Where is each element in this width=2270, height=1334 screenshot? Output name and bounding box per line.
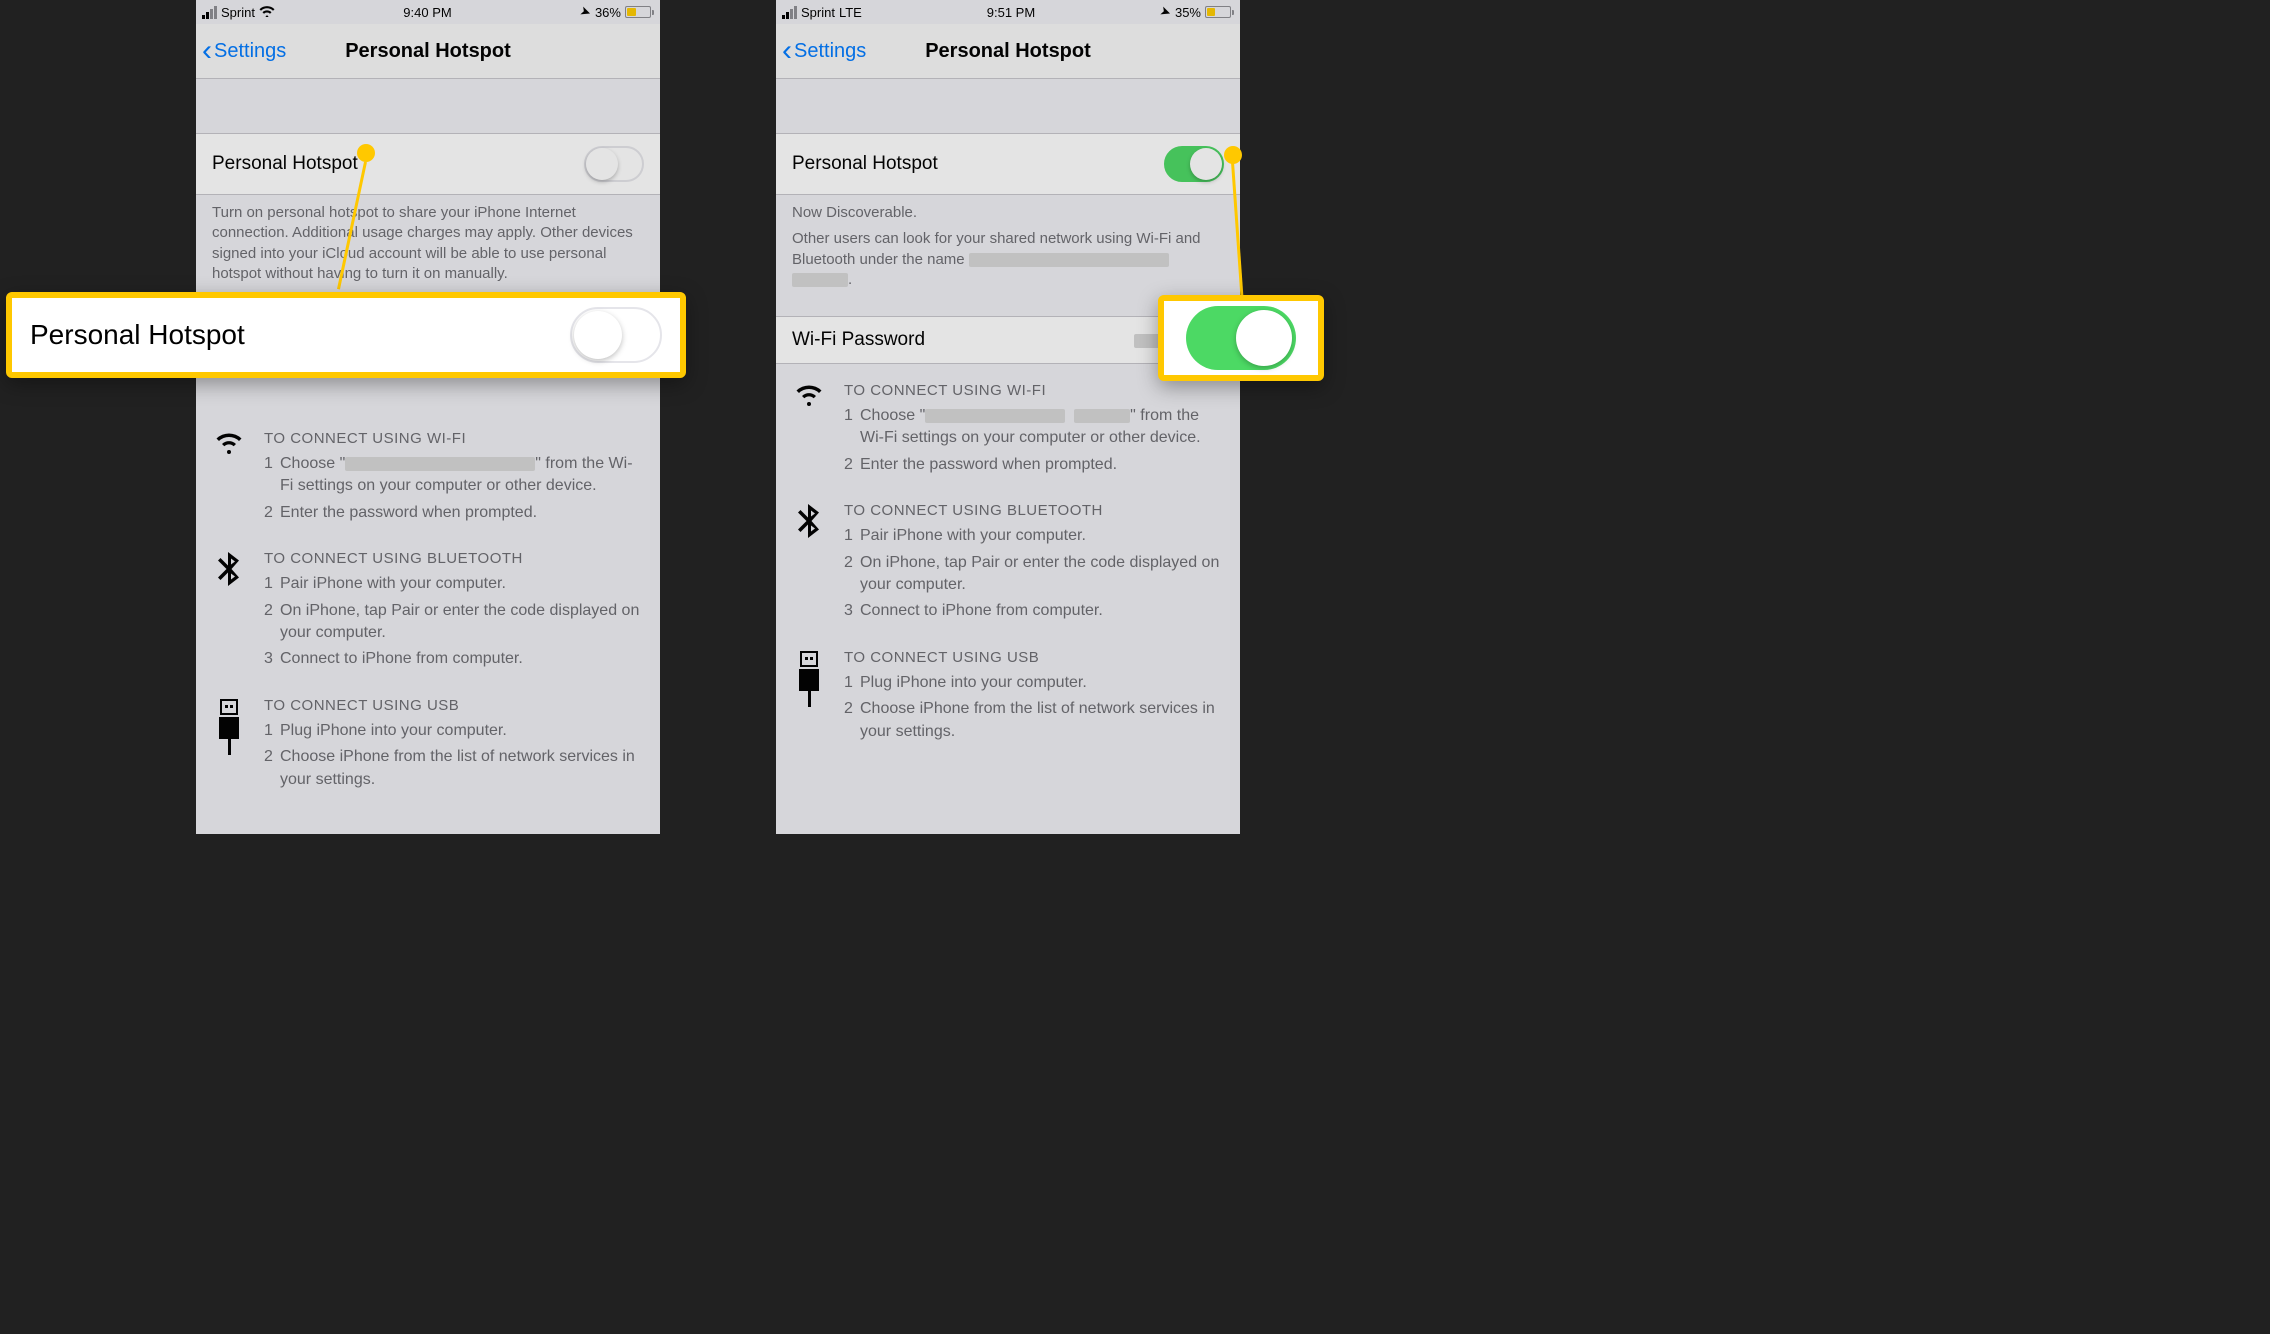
row-label: Personal Hotspot <box>212 153 358 175</box>
usb-heading: TO CONNECT USING USB <box>264 697 644 714</box>
usb-step-1: Plug iPhone into your computer. <box>860 672 1087 694</box>
usb-icon <box>212 697 246 795</box>
bt-step-1: Pair iPhone with your computer. <box>860 525 1086 547</box>
status-bar: Sprint 9:40 PM ➤ 36% <box>196 0 660 24</box>
wifi-heading: TO CONNECT USING WI-FI <box>264 430 644 447</box>
usb-step-2: Choose iPhone from the list of network s… <box>280 746 644 791</box>
connect-usb-section: TO CONNECT USING USB 1Plug iPhone into y… <box>196 679 660 799</box>
status-bar: Sprint LTE 9:51 PM ➤ 35% <box>776 0 1240 24</box>
bt-step-3: Connect to iPhone from computer. <box>280 648 523 670</box>
wifi-heading: TO CONNECT USING WI-FI <box>844 382 1224 399</box>
clock: 9:40 PM <box>403 5 451 20</box>
discoverable-title: Now Discoverable. <box>792 203 1224 223</box>
row-label: Personal Hotspot <box>792 153 938 175</box>
usb-icon <box>792 649 826 747</box>
back-button[interactable]: ‹ Settings <box>196 36 286 66</box>
battery-icon <box>1205 6 1234 18</box>
battery-percent: 36% <box>595 5 621 20</box>
discoverable-body: Other users can look for your shared net… <box>792 229 1224 290</box>
location-icon: ➤ <box>1158 3 1174 22</box>
wifi-step-2: Enter the password when prompted. <box>280 502 537 524</box>
clock: 9:51 PM <box>987 5 1035 20</box>
back-label: Settings <box>214 40 286 63</box>
usb-heading: TO CONNECT USING USB <box>844 649 1224 666</box>
personal-hotspot-row[interactable]: Personal Hotspot <box>196 133 660 195</box>
location-icon: ➤ <box>578 3 594 22</box>
wifi-icon <box>792 382 826 480</box>
bt-step-3: Connect to iPhone from computer. <box>860 600 1103 622</box>
carrier-label: Sprint <box>221 5 255 20</box>
back-button[interactable]: ‹ Settings <box>776 36 866 66</box>
connect-wifi-section: TO CONNECT USING WI-FI 1Choose " " from … <box>776 364 1240 484</box>
connect-wifi-section: TO CONNECT USING WI-FI 1Choose "" from t… <box>196 412 660 532</box>
hotspot-toggle[interactable] <box>1164 146 1224 182</box>
battery-icon <box>625 6 654 18</box>
bluetooth-icon <box>792 502 826 627</box>
callout-hotspot-toggle-on <box>1158 295 1324 381</box>
carrier-label: Sprint <box>801 5 835 20</box>
connect-usb-section: TO CONNECT USING USB 1Plug iPhone into y… <box>776 631 1240 751</box>
network-type: LTE <box>839 5 862 20</box>
discoverable-text: Now Discoverable. Other users can look f… <box>776 195 1240 298</box>
chevron-left-icon: ‹ <box>202 36 212 66</box>
bt-heading: TO CONNECT USING BLUETOOTH <box>844 502 1224 519</box>
annotation-dot <box>357 144 375 162</box>
bluetooth-icon <box>212 550 246 675</box>
callout-label: Personal Hotspot <box>30 319 245 351</box>
connect-bluetooth-section: TO CONNECT USING BLUETOOTH 1Pair iPhone … <box>196 532 660 679</box>
callout-toggle-off <box>570 307 662 363</box>
nav-bar: ‹ Settings Personal Hotspot <box>196 24 660 79</box>
screenshot-right: Sprint LTE 9:51 PM ➤ 35% ‹ Settings Pers… <box>776 0 1240 834</box>
back-label: Settings <box>794 40 866 63</box>
chevron-left-icon: ‹ <box>782 36 792 66</box>
callout-toggle-on <box>1186 306 1296 370</box>
hotspot-off-description: Turn on personal hotspot to share your i… <box>196 195 660 292</box>
wifi-step-1: Choose "" from the Wi-Fi settings on you… <box>280 453 644 498</box>
connect-bluetooth-section: TO CONNECT USING BLUETOOTH 1Pair iPhone … <box>776 484 1240 631</box>
screenshot-left: Sprint 9:40 PM ➤ 36% ‹ Settings Personal… <box>196 0 660 834</box>
callout-hotspot-toggle-off: Personal Hotspot <box>6 292 686 378</box>
hotspot-toggle[interactable] <box>584 146 644 182</box>
wifi-step-1: Choose " " from the Wi-Fi settings on yo… <box>860 405 1224 450</box>
signal-icon <box>202 6 217 19</box>
bt-heading: TO CONNECT USING BLUETOOTH <box>264 550 644 567</box>
row-label: Wi-Fi Password <box>792 329 925 351</box>
bt-step-2: On iPhone, tap Pair or enter the code di… <box>280 600 644 645</box>
battery-percent: 35% <box>1175 5 1201 20</box>
usb-step-1: Plug iPhone into your computer. <box>280 720 507 742</box>
usb-step-2: Choose iPhone from the list of network s… <box>860 698 1224 743</box>
wifi-icon <box>212 430 246 528</box>
wifi-step-2: Enter the password when prompted. <box>860 454 1117 476</box>
personal-hotspot-row[interactable]: Personal Hotspot <box>776 133 1240 195</box>
bt-step-1: Pair iPhone with your computer. <box>280 573 506 595</box>
bt-step-2: On iPhone, tap Pair or enter the code di… <box>860 552 1224 597</box>
signal-icon <box>782 6 797 19</box>
nav-bar: ‹ Settings Personal Hotspot <box>776 24 1240 79</box>
wifi-icon <box>259 4 275 20</box>
